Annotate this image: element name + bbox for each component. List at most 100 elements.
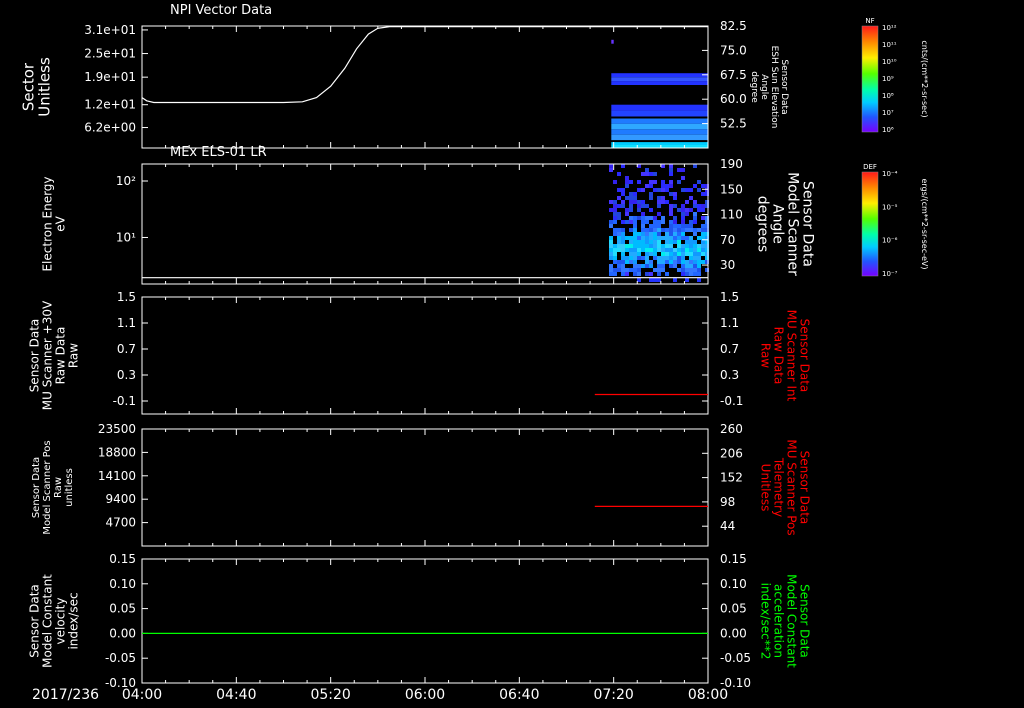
spectrogram-cell: [669, 164, 673, 168]
spectrogram-cell: [613, 232, 617, 236]
spectrogram-cell: [689, 220, 693, 224]
spectrogram-cell: [681, 204, 685, 208]
left-tick-label: 3.1e+01: [84, 23, 136, 37]
spectrogram-cell: [629, 180, 633, 184]
left-tick-label: 0.00: [109, 626, 136, 640]
right-tick-label: -0.05: [720, 651, 751, 665]
spectrogram-cell: [609, 164, 613, 168]
spectrogram-band: [611, 123, 708, 130]
spectrogram-cell: [689, 252, 693, 256]
spectrogram-cell: [681, 256, 685, 260]
spectrogram-cell: [653, 172, 657, 176]
spectrogram-cell: [633, 220, 637, 224]
spectrogram-cell: [673, 278, 677, 282]
spectrogram-cell: [657, 260, 661, 264]
spectrogram-cell: [693, 264, 697, 268]
spectrogram-cell: [649, 260, 653, 264]
spectrogram-cell: [669, 256, 673, 260]
spectrogram-cell: [653, 268, 657, 272]
spectrogram-cell: [637, 188, 641, 192]
spectrogram-cell: [681, 188, 685, 192]
colorbar-gradient: [861, 171, 879, 277]
left-axis-label: Raw Data: [54, 327, 68, 385]
spectrogram-cell: [653, 240, 657, 244]
spectrogram-cell: [629, 256, 633, 260]
spectrogram-cell: [609, 244, 613, 248]
spectrogram-cell: [645, 252, 649, 256]
spectrogram-cell: [649, 216, 653, 220]
spectrogram-cell: [641, 264, 645, 268]
spectrogram-cell: [665, 240, 669, 244]
spectrogram-cell: [645, 168, 649, 172]
right-axis-label: Angle: [770, 204, 786, 244]
spectrogram-cell: [685, 260, 689, 264]
spectrogram-cell: [633, 252, 637, 256]
colorbar-title: DEF: [863, 163, 877, 171]
spectrogram-cell: [697, 278, 701, 282]
spectrogram-cell: [669, 244, 673, 248]
spectrogram-cell: [693, 212, 697, 216]
spectrogram-cell: [697, 188, 701, 192]
spectrogram-cell: [633, 260, 637, 264]
spectrogram-cell: [701, 260, 705, 264]
spectrogram-cell: [681, 236, 685, 240]
left-axis-label: index/sec: [67, 592, 81, 649]
spectrogram-cell: [641, 200, 645, 204]
spectrogram-cell: [653, 228, 657, 232]
spectrogram-cell: [677, 240, 681, 244]
spectrogram-cell: [613, 260, 617, 264]
spectrogram-cell: [665, 200, 669, 204]
spectrogram-cell: [617, 188, 621, 192]
left-tick-label: 10²: [116, 174, 136, 188]
spectrogram-cell: [617, 228, 621, 232]
spectrogram-cell: [689, 224, 693, 228]
spectrogram-cell: [697, 256, 701, 260]
spectrogram-cell: [697, 260, 701, 264]
spectrogram-cell: [685, 264, 689, 268]
spectrogram-cell: [645, 248, 649, 252]
spectrogram-cell: [629, 204, 633, 208]
spectrogram-cell: [649, 184, 653, 188]
spectrogram-cell: [701, 192, 705, 196]
spectrogram-cell: [633, 192, 637, 196]
spectrogram-cell: [661, 244, 665, 248]
spectrogram-cell: [697, 228, 701, 232]
right-tick-label: 152: [720, 471, 743, 485]
spectrogram-cell: [625, 260, 629, 264]
spectrogram-cell: [625, 176, 629, 180]
spectrogram-cell: [665, 248, 669, 252]
spectrogram-cell: [641, 216, 645, 220]
colorbar-title: NF: [865, 17, 874, 25]
spectrogram-cell: [701, 240, 705, 244]
spectrogram-cell: [617, 216, 621, 220]
time-tick-label: 08:00: [688, 687, 728, 703]
colorbar-tick-label: 10⁻⁶: [882, 237, 898, 245]
spectrogram-cell: [693, 272, 697, 276]
spectrogram-cell: [609, 168, 613, 172]
spectrogram-cell: [621, 236, 625, 240]
right-tick-label: 150: [720, 182, 743, 196]
spectrogram-cell: [677, 260, 681, 264]
spectrogram-cell: [629, 240, 633, 244]
spectrogram-cell: [617, 248, 621, 252]
spectrogram-cell: [681, 208, 685, 212]
spectrogram-cell: [661, 220, 665, 224]
spectrogram-cell: [649, 224, 653, 228]
spectrogram-cell: [649, 264, 653, 268]
spectrogram-cell: [637, 232, 641, 236]
spectrogram-cell: [697, 248, 701, 252]
spectrogram-cell: [641, 248, 645, 252]
spectrogram-cell: [637, 216, 641, 220]
spectrogram-cell: [625, 268, 629, 272]
spectrogram-band: [611, 142, 708, 146]
spectrogram-cell: [701, 252, 705, 256]
right-axis-label: Raw: [758, 343, 772, 368]
spectrogram-cell: [665, 272, 669, 276]
spectrogram-cell: [665, 228, 669, 232]
spectrogram-cell: [617, 264, 621, 268]
spectrogram-cell: [637, 252, 641, 256]
spectrogram-cell: [665, 260, 669, 264]
spectrogram-cell: [693, 252, 697, 256]
spectrogram-cell: [645, 204, 649, 208]
spectrogram-cell: [613, 216, 617, 220]
